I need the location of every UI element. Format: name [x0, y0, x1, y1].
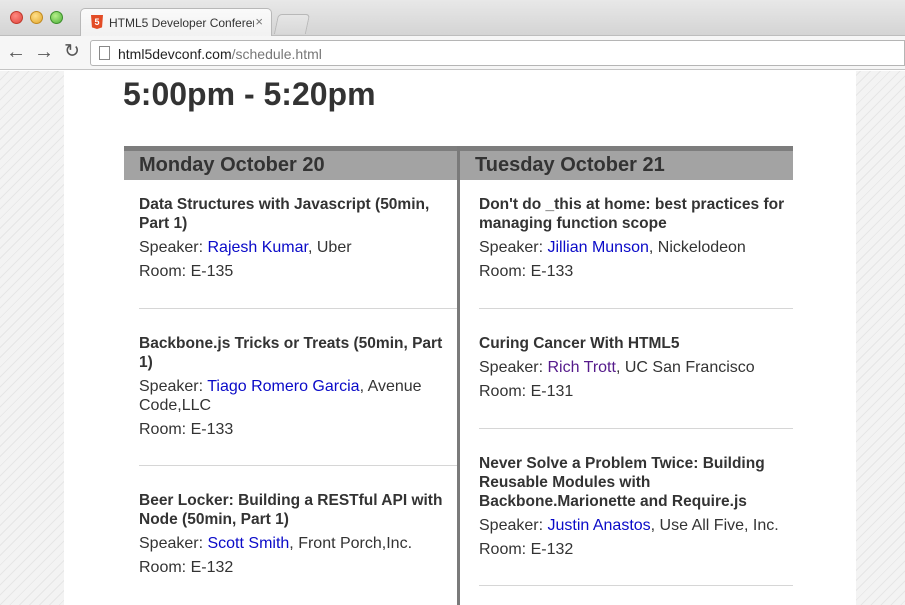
day-column-tuesday: Tuesday October 21 Don't do _this at hom… [460, 146, 793, 586]
speaker-link[interactable]: Rajesh Kumar [207, 239, 308, 256]
session-divider [479, 428, 793, 429]
url-host: html5devconf.com [118, 46, 232, 62]
speaker-company: , Uber [307, 239, 352, 256]
browser-tab-active[interactable]: 5 HTML5 Developer Conference × [80, 8, 272, 37]
url-path: /schedule.html [231, 46, 322, 62]
session-speaker: Speaker: Tiago Romero Garcia, Avenue Cod… [139, 377, 458, 415]
browser-toolbar: ← → ↻ html5devconf.com/schedule.html [0, 36, 905, 70]
session-title: Backbone.js Tricks or Treats (50min, Par… [139, 335, 443, 371]
day-header: Monday October 20 [124, 146, 458, 180]
session-title: Never Solve a Problem Twice: Building Re… [479, 455, 765, 510]
tab-title: HTML5 Developer Conference [109, 16, 254, 30]
speaker-company: , Use All Five, Inc. [650, 517, 779, 534]
session-divider [479, 308, 793, 309]
back-arrow-icon[interactable]: ← [4, 40, 28, 64]
session-item: Beer Locker: Building a RESTful API with… [139, 491, 458, 577]
day-header: Tuesday October 21 [460, 146, 793, 180]
session-item: Don't do _this at home: best practices f… [479, 195, 793, 281]
speaker-company: , Front Porch,Inc. [289, 535, 413, 552]
session-item: Curing Cancer With HTML5 Speaker: Rich T… [479, 334, 793, 401]
minimize-window-button[interactable] [30, 11, 43, 24]
session-item: Data Structures with Javascript (50min, … [139, 195, 458, 281]
session-room: Room: E-135 [139, 263, 234, 280]
column-divider [457, 146, 460, 605]
speaker-label: Speaker: [139, 535, 208, 552]
address-bar[interactable]: html5devconf.com/schedule.html [90, 40, 905, 66]
session-room: Room: E-133 [479, 263, 574, 280]
speaker-label: Speaker: [139, 378, 208, 395]
new-tab-button[interactable] [273, 14, 311, 34]
session-title: Curing Cancer With HTML5 [479, 335, 680, 352]
session-title: Data Structures with Javascript (50min, … [139, 196, 430, 232]
reload-icon[interactable]: ↻ [60, 40, 84, 64]
speaker-company: , UC San Francisco [615, 359, 755, 376]
speaker-label: Speaker: [139, 239, 208, 256]
session-item: Backbone.js Tricks or Treats (50min, Par… [139, 334, 458, 439]
session-divider [139, 465, 458, 466]
speaker-label: Speaker: [479, 239, 548, 256]
session-room: Room: E-132 [139, 559, 234, 576]
forward-arrow-icon[interactable]: → [32, 40, 56, 64]
tab-close-icon[interactable]: × [255, 14, 263, 29]
speaker-company: , Nickelodeon [648, 239, 746, 256]
session-title: Beer Locker: Building a RESTful API with… [139, 492, 443, 528]
speaker-label: Speaker: [479, 359, 548, 376]
session-room: Room: E-133 [139, 421, 234, 438]
session-speaker: Speaker: Rich Trott, UC San Francisco [479, 358, 793, 377]
session-divider [479, 585, 793, 586]
speaker-link[interactable]: Tiago Romero Garcia [207, 378, 359, 395]
page-icon [99, 46, 110, 60]
speaker-link[interactable]: Jillian Munson [547, 239, 648, 256]
zoom-window-button[interactable] [50, 11, 63, 24]
session-divider [139, 308, 458, 309]
session-title: Don't do _this at home: best practices f… [479, 196, 785, 232]
speaker-link[interactable]: Scott Smith [207, 535, 289, 552]
session-speaker: Speaker: Jillian Munson, Nickelodeon [479, 238, 793, 257]
day-column-monday: Monday October 20 Data Structures with J… [124, 146, 458, 576]
speaker-label: Speaker: [479, 517, 548, 534]
session-speaker: Speaker: Scott Smith, Front Porch,Inc. [139, 534, 458, 553]
session-speaker: Speaker: Rajesh Kumar, Uber [139, 238, 458, 257]
close-window-button[interactable] [10, 11, 23, 24]
html5-favicon-icon: 5 [91, 15, 103, 29]
url-text: html5devconf.com/schedule.html [118, 46, 322, 62]
session-item: Never Solve a Problem Twice: Building Re… [479, 454, 793, 559]
session-speaker: Speaker: Justin Anastos, Use All Five, I… [479, 516, 793, 535]
session-room: Room: E-132 [479, 541, 574, 558]
browser-tab-bar: 5 HTML5 Developer Conference × [0, 0, 905, 37]
schedule-content: 5:00pm - 5:20pm Monday October 20 Data S… [64, 71, 856, 605]
speaker-link[interactable]: Rich Trott [547, 359, 615, 376]
page-viewport[interactable]: 5:00pm - 5:20pm Monday October 20 Data S… [0, 71, 905, 605]
timeslot-heading: 5:00pm - 5:20pm [123, 76, 376, 112]
speaker-link[interactable]: Justin Anastos [547, 517, 650, 534]
session-room: Room: E-131 [479, 383, 574, 400]
